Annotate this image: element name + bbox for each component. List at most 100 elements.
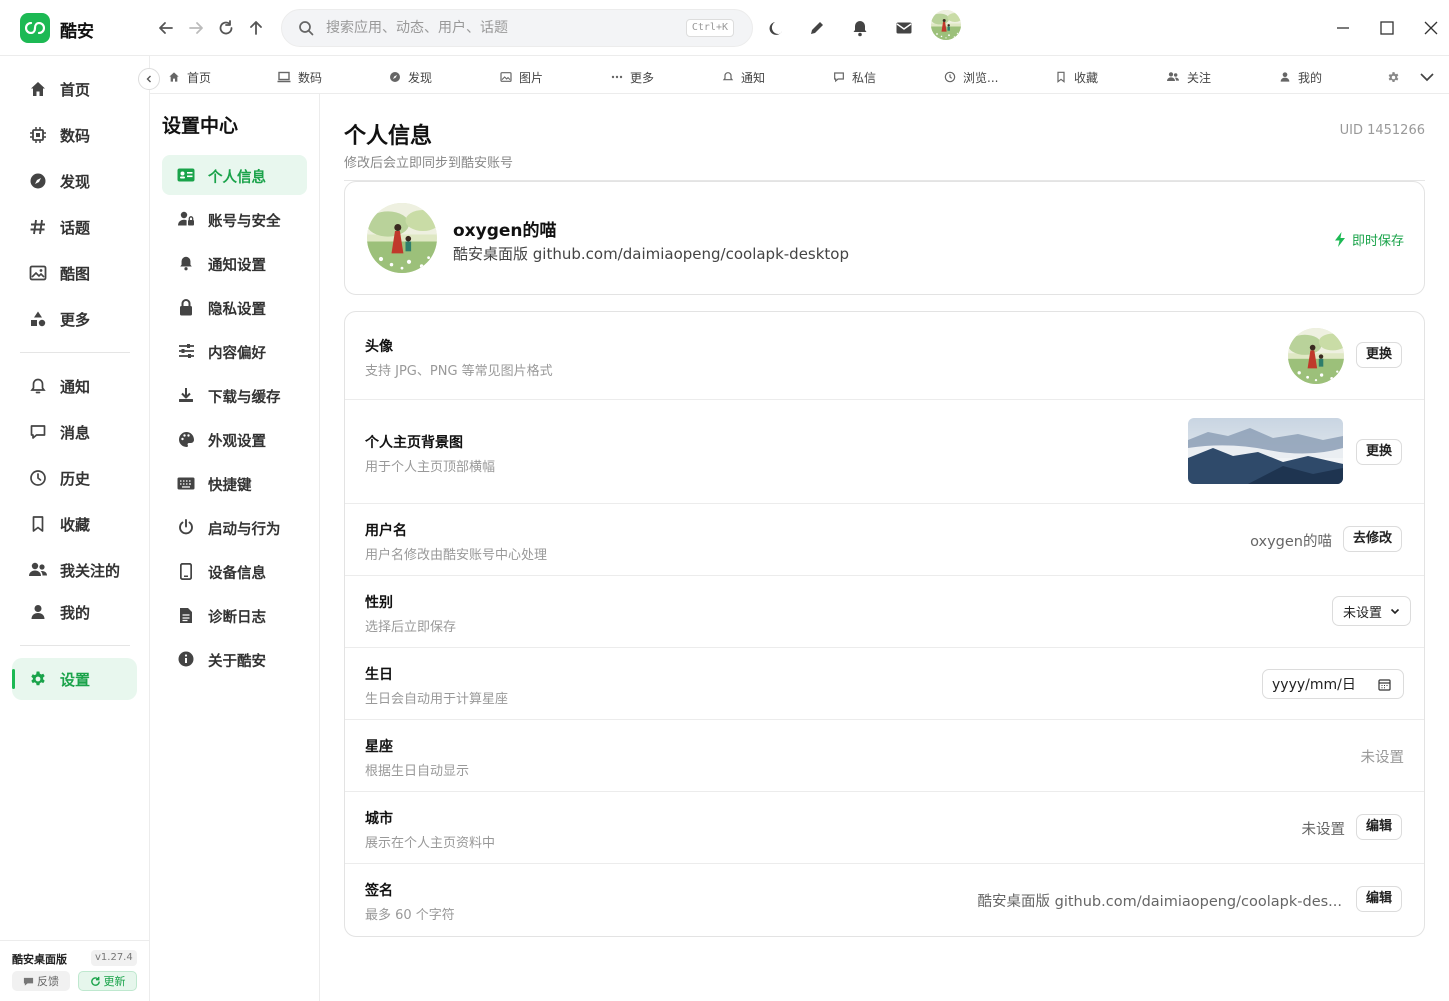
sidebar-item-label: 收藏	[60, 516, 91, 534]
settings-nav-download-cache[interactable]: 下载与缓存	[162, 375, 307, 415]
chat-bubble-icon	[23, 977, 34, 986]
bell-icon[interactable]	[848, 16, 872, 40]
gender-row: 性别 选择后立即保存 未设置	[345, 576, 1424, 648]
mail-icon[interactable]	[892, 16, 916, 40]
row-title: 头像	[365, 339, 393, 355]
edit-username-button[interactable]: 去修改	[1343, 526, 1403, 552]
profile-avatar	[367, 203, 437, 273]
avatar-row: 头像 支持 JPG、PNG 等常见图片格式 更换	[345, 312, 1424, 400]
tab-digital[interactable]: 数码	[277, 68, 322, 86]
profile-summary-card: oxygen的喵 酷安桌面版 github.com/daimiaopeng/co…	[344, 181, 1425, 295]
back-arrow-icon[interactable]	[154, 16, 178, 40]
tab-label: 收藏	[1074, 70, 1099, 85]
tab-more[interactable]: 更多	[611, 68, 654, 86]
settings-nav-content-preferences[interactable]: 内容偏好	[162, 331, 307, 371]
forward-arrow-icon[interactable]	[184, 16, 208, 40]
row-title: 城市	[365, 811, 393, 827]
laptop-icon	[277, 71, 291, 83]
collapse-sidebar-button[interactable]	[138, 68, 160, 90]
row-subtitle: 支持 JPG、PNG 等常见图片格式	[365, 364, 553, 379]
tab-me[interactable]: 我的	[1279, 68, 1322, 86]
settings-nav-profile[interactable]: 个人信息	[162, 155, 307, 195]
row-title: 个人主页背景图	[365, 435, 463, 451]
close-icon[interactable]	[1419, 16, 1443, 40]
settings-nav-label: 外观设置	[208, 434, 266, 450]
clock-icon	[944, 71, 956, 83]
tab-home[interactable]: 首页	[168, 68, 211, 86]
refresh-icon[interactable]	[214, 16, 238, 40]
pen-icon[interactable]	[805, 16, 829, 40]
city-row: 城市 展示在个人主页资料中 未设置 编辑	[345, 792, 1424, 864]
row-title: 星座	[365, 739, 393, 755]
sidebar-item-messages[interactable]: 消息	[12, 411, 137, 453]
chevron-down-icon	[1420, 73, 1434, 82]
settings-nav-label: 诊断日志	[208, 610, 266, 626]
tab-label: 通知	[741, 70, 766, 85]
settings-nav-shortcuts[interactable]: 快捷键	[162, 463, 307, 503]
tab-label: 发现	[408, 70, 433, 85]
change-cover-button[interactable]: 更换	[1356, 439, 1403, 465]
sidebar-item-following[interactable]: 我关注的	[12, 549, 137, 591]
coolapk-logo-icon[interactable]	[20, 13, 50, 43]
sidebar-item-favorites[interactable]: 收藏	[12, 503, 137, 545]
tab-overflow-button[interactable]	[1419, 68, 1435, 86]
tab-direct-messages[interactable]: 私信	[833, 68, 876, 86]
settings-nav-device-info[interactable]: 设备信息	[162, 551, 307, 591]
search-input[interactable]	[326, 18, 656, 38]
settings-nav-account-security[interactable]: 账号与安全	[162, 199, 307, 239]
calendar-icon[interactable]	[1378, 678, 1391, 691]
minimize-icon[interactable]	[1331, 16, 1355, 40]
update-label: 更新	[103, 975, 126, 988]
tab-discover[interactable]: 发现	[389, 68, 432, 86]
settings-nav-startup-behavior[interactable]: 启动与行为	[162, 507, 307, 547]
tab-settings-shortcut[interactable]	[1387, 68, 1400, 86]
change-avatar-button[interactable]: 更换	[1356, 342, 1403, 368]
settings-nav-appearance[interactable]: 外观设置	[162, 419, 307, 459]
sidebar-item-settings[interactable]: 设置	[12, 658, 137, 700]
user-icon	[1280, 72, 1290, 82]
up-arrow-icon[interactable]	[244, 16, 268, 40]
birthday-date-input[interactable]: yyyy/mm/日	[1262, 669, 1404, 699]
edit-city-button[interactable]: 编辑	[1356, 814, 1403, 840]
update-button[interactable]: 更新	[78, 971, 137, 991]
row-subtitle: 展示在个人主页资料中	[365, 836, 496, 851]
birthday-row: 生日 生日会自动用于计算星座 yyyy/mm/日	[345, 648, 1424, 720]
sidebar-divider	[20, 645, 130, 646]
user-id-label: UID 1451266	[1339, 123, 1425, 138]
username-row: 用户名 用户名修改由酷安账号中心处理 oxygen的喵 去修改	[345, 504, 1424, 576]
settings-nav-label: 内容偏好	[208, 346, 266, 362]
settings-nav-about[interactable]: 关于酷安	[162, 639, 307, 679]
sidebar-item-topics[interactable]: 话题	[12, 206, 137, 248]
tab-following[interactable]: 关注	[1166, 68, 1211, 86]
edit-signature-button[interactable]: 编辑	[1356, 886, 1403, 912]
signature-value: 酷安桌面版 github.com/daimiaopeng/coolapk-des…	[977, 894, 1342, 910]
sidebar-item-cool-pics[interactable]: 酷图	[12, 252, 137, 294]
tab-notifications[interactable]: 通知	[722, 68, 765, 86]
settings-nav-diagnostic-log[interactable]: 诊断日志	[162, 595, 307, 635]
tab-label: 首页	[187, 70, 212, 85]
sidebar-item-history[interactable]: 历史	[12, 457, 137, 499]
settings-nav-notifications[interactable]: 通知设置	[162, 243, 307, 283]
gender-select[interactable]: 未设置	[1332, 596, 1412, 626]
instant-save-indicator: 即时保存	[1334, 230, 1404, 249]
sidebar-item-more[interactable]: 更多	[12, 298, 137, 340]
sidebar-item-digital[interactable]: 数码	[12, 114, 137, 156]
sidebar-item-label: 消息	[60, 424, 91, 442]
row-subtitle: 最多 60 个字符	[365, 908, 455, 923]
tab-favorites[interactable]: 收藏	[1055, 68, 1098, 86]
sidebar-item-discover[interactable]: 发现	[12, 160, 137, 202]
compass-icon	[28, 171, 48, 191]
tab-images[interactable]: 图片	[500, 68, 543, 86]
sidebar-item-home[interactable]: 首页	[12, 68, 137, 110]
moon-icon[interactable]	[764, 16, 788, 40]
maximize-icon[interactable]	[1375, 16, 1399, 40]
tab-browse-history[interactable]: 浏览...	[944, 68, 998, 86]
sidebar-item-notifications[interactable]: 通知	[12, 365, 137, 407]
sidebar-item-me[interactable]: 我的	[12, 591, 137, 633]
settings-nav-privacy[interactable]: 隐私设置	[162, 287, 307, 327]
feedback-button[interactable]: 反馈	[12, 971, 70, 991]
user-avatar[interactable]	[931, 10, 961, 40]
sidebar-item-label: 通知	[60, 378, 91, 396]
row-subtitle: 用于个人主页顶部横幅	[365, 460, 496, 475]
search-bar[interactable]: Ctrl+K	[281, 9, 753, 47]
